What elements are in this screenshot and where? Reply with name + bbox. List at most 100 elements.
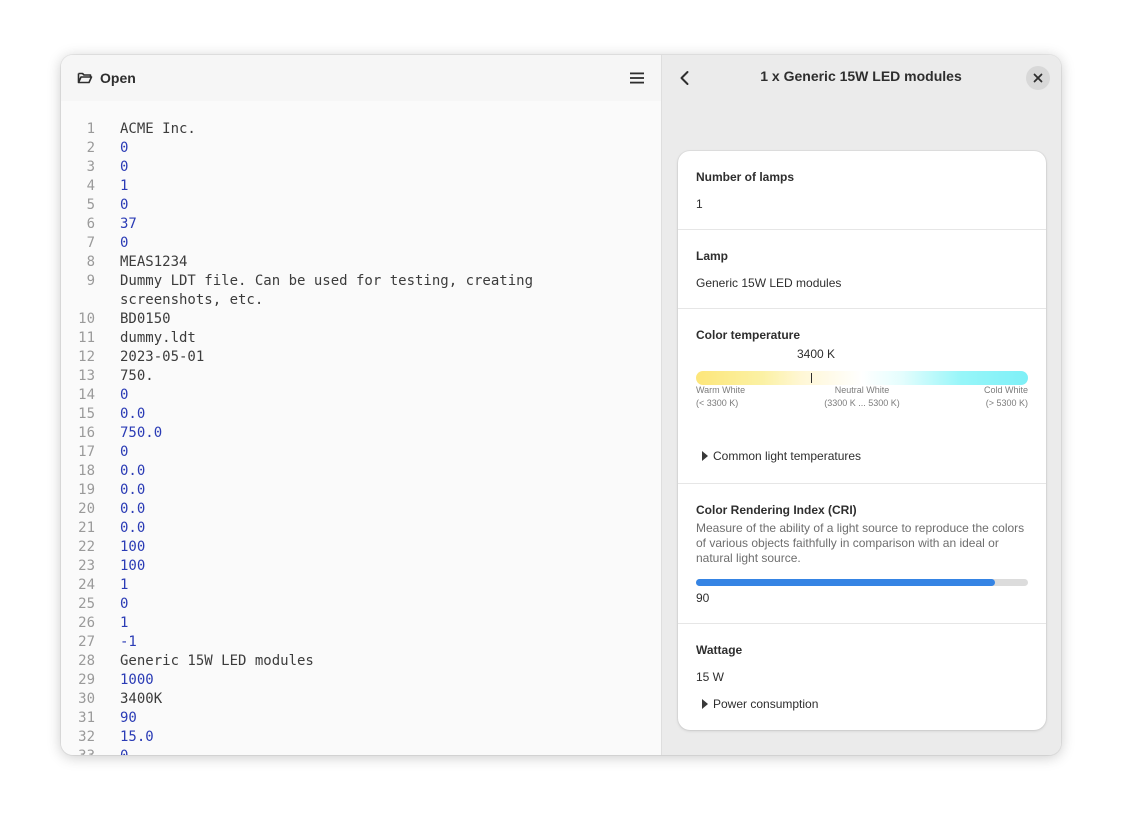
cri-row: Color Rendering Index (CRI) Measure of t… bbox=[678, 484, 1046, 624]
line-text: 1 bbox=[120, 615, 129, 631]
code-line[interactable]: 9 Dummy LDT file. Can be used for testing… bbox=[61, 272, 661, 310]
line-text: 3400K bbox=[120, 691, 163, 707]
power-consumption-label: Power consumption bbox=[713, 697, 819, 711]
code-line[interactable]: 27 -1 bbox=[61, 633, 661, 652]
common-light-temperatures-label: Common light temperatures bbox=[713, 449, 862, 463]
cold-white-label: Cold White (> 5300 K) bbox=[984, 384, 1028, 410]
line-text: 0 bbox=[120, 197, 129, 213]
code-line[interactable]: 22 100 bbox=[61, 538, 661, 557]
cri-title: Color Rendering Index (CRI) bbox=[696, 503, 857, 517]
close-button[interactable] bbox=[1026, 66, 1050, 90]
code-line[interactable]: 20 bbox=[61, 139, 661, 158]
code-line[interactable]: 31 90 bbox=[61, 709, 661, 728]
details-card: Number of lamps 1 Lamp Generic 15W LED m… bbox=[678, 151, 1046, 730]
line-number: 9 bbox=[86, 273, 95, 289]
code-line[interactable]: 13 750. bbox=[61, 367, 661, 386]
open-button[interactable]: Open bbox=[69, 63, 144, 93]
line-number: 26 bbox=[78, 615, 95, 631]
code-line[interactable]: 24 1 bbox=[61, 576, 661, 595]
line-number: 5 bbox=[86, 197, 95, 213]
code-line[interactable]: 19 0.0 bbox=[61, 481, 661, 500]
line-text: 100 bbox=[120, 558, 146, 574]
code-line[interactable]: 32 15.0 bbox=[61, 728, 661, 747]
expander-arrow-icon bbox=[702, 699, 708, 709]
line-text: Dummy LDT file. Can be used for testing,… bbox=[120, 273, 542, 308]
code-line[interactable]: 14 0 bbox=[61, 386, 661, 405]
line-text: 1 bbox=[120, 577, 129, 593]
code-line[interactable]: 21 0.0 bbox=[61, 519, 661, 538]
code-line[interactable]: 29 1000 bbox=[61, 671, 661, 690]
line-number: 1 bbox=[86, 121, 95, 137]
code-line[interactable]: 12 2023-05-01 bbox=[61, 348, 661, 367]
line-text: MEAS1234 bbox=[120, 254, 188, 270]
color-temperature-row: Color temperature 3400 K Warm White (< 3… bbox=[678, 309, 1046, 484]
code-line[interactable]: 18 0.0 bbox=[61, 462, 661, 481]
code-line[interactable]: 17 0 bbox=[61, 443, 661, 462]
code-line[interactable]: 25 0 bbox=[61, 595, 661, 614]
chevron-left-icon bbox=[680, 71, 689, 85]
line-text: 0.0 bbox=[120, 501, 146, 517]
lamp-row: Lamp Generic 15W LED modules bbox=[678, 230, 1046, 309]
code-line[interactable]: 28 Generic 15W LED modules bbox=[61, 652, 661, 671]
code-line[interactable]: 8 MEAS1234 bbox=[61, 253, 661, 272]
warm-white-range: (< 3300 K) bbox=[696, 398, 739, 408]
line-text: -1 bbox=[120, 634, 137, 650]
code-line[interactable]: 1 ACME Inc. bbox=[61, 120, 661, 139]
wattage-title: Wattage bbox=[696, 643, 743, 657]
line-number: 3 bbox=[86, 159, 95, 175]
code-line[interactable]: 70 bbox=[61, 234, 661, 253]
code-line[interactable]: 11 dummy.ldt bbox=[61, 329, 661, 348]
code-line[interactable]: 20 0.0 bbox=[61, 500, 661, 519]
line-text: 100 bbox=[120, 539, 146, 555]
line-text: ACME Inc. bbox=[120, 121, 196, 137]
back-button[interactable] bbox=[671, 63, 699, 93]
menu-button[interactable] bbox=[621, 63, 653, 93]
line-number: 12 bbox=[78, 349, 95, 365]
line-text: 750. bbox=[120, 368, 154, 384]
code-line[interactable]: 23 100 bbox=[61, 557, 661, 576]
neutral-white-range: (3300 K ... 5300 K) bbox=[824, 398, 900, 408]
line-text: 0 bbox=[120, 235, 129, 251]
color-temperature-value: 3400 K bbox=[796, 347, 836, 361]
close-icon bbox=[1033, 73, 1043, 83]
code-line[interactable]: 33 0 bbox=[61, 747, 661, 755]
code-editor[interactable]: 1 ACME Inc. 2 0 3 0 4 1 5 0 6 37 7 0 8 MEAS1234 9 Dummy L… bbox=[61, 120, 661, 755]
line-number: 23 bbox=[78, 558, 95, 574]
code-line[interactable]: 16 750.0 bbox=[61, 424, 661, 443]
line-number: 20 bbox=[78, 501, 95, 517]
app-window: Open 1 ACME Inc. 2 0 3 0 4 1 5 0 6 37 7 0 8 MEAS1234 9 Du… bbox=[61, 55, 1061, 755]
line-number: 7 bbox=[86, 235, 95, 251]
line-number: 28 bbox=[78, 653, 95, 669]
folder-open-icon bbox=[77, 72, 93, 84]
line-text: 750.0 bbox=[120, 425, 163, 441]
code-line[interactable]: 30 bbox=[61, 158, 661, 177]
code-line[interactable]: 6 37 bbox=[61, 215, 661, 234]
lamp-title: Lamp bbox=[696, 249, 729, 263]
code-line[interactable]: 30 3400K bbox=[61, 690, 661, 709]
lamp-value: Generic 15W LED modules bbox=[696, 276, 842, 290]
color-temperature-title: Color temperature bbox=[696, 328, 801, 342]
code-line[interactable]: 41 bbox=[61, 177, 661, 196]
line-number: 30 bbox=[78, 691, 95, 707]
color-temperature-marker bbox=[811, 373, 812, 383]
line-number: 31 bbox=[78, 710, 95, 726]
line-number: 14 bbox=[78, 387, 95, 403]
line-text: 0 bbox=[120, 140, 129, 156]
code-line[interactable]: 26 1 bbox=[61, 614, 661, 633]
wattage-value: 15 W bbox=[696, 670, 725, 684]
power-consumption-expander[interactable]: Power consumption bbox=[702, 697, 818, 711]
code-line[interactable]: 10 BD0150 bbox=[61, 310, 661, 329]
line-number: 17 bbox=[78, 444, 95, 460]
line-number: 33 bbox=[61, 747, 95, 755]
line-number: 24 bbox=[78, 577, 95, 593]
editor-header: Open bbox=[61, 55, 661, 101]
open-label: Open bbox=[100, 70, 136, 86]
code-line[interactable]: 50 bbox=[61, 196, 661, 215]
common-light-temperatures-expander[interactable]: Common light temperatures bbox=[702, 449, 861, 463]
line-text: 0.0 bbox=[120, 406, 146, 422]
warm-white-label: Warm White (< 3300 K) bbox=[696, 384, 745, 410]
line-text: 0 bbox=[120, 596, 129, 612]
code-line[interactable]: 15 0.0 bbox=[61, 405, 661, 424]
lamps-title: Number of lamps bbox=[696, 170, 795, 184]
color-temperature-scale bbox=[696, 371, 1028, 385]
